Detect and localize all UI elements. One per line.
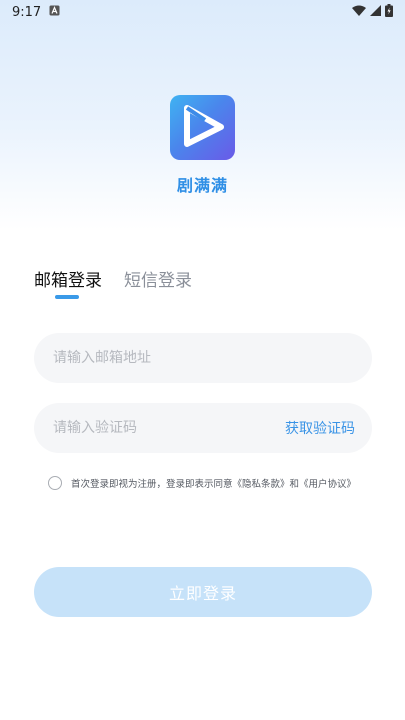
user-agreement-link[interactable]: 《用户协议》 [299,479,356,490]
status-bar: 9:17 [0,0,405,24]
verification-code-input[interactable] [51,419,285,437]
agreement-row: 首次登录即视为注册，登录即表示同意《隐私条款》和《用户协议》 [48,476,356,490]
notification-a-icon [49,5,60,20]
privacy-policy-link[interactable]: 《隐私条款》 [233,479,290,490]
email-input[interactable] [51,349,355,367]
agreement-prefix: 首次登录即视为注册，登录即表示同意 [71,479,233,490]
status-time: 9:17 [12,4,42,20]
battery-charging-icon [385,3,393,21]
status-right [352,3,393,21]
agreement-conjunction: 和 [289,479,300,490]
app-logo [170,95,235,160]
app-name: 剧满满 [176,176,228,195]
status-left: 9:17 [12,5,60,20]
play-logo-icon [177,100,229,156]
wifi-icon [352,5,366,20]
code-field-container: 获取验证码 [34,403,372,453]
agreement-text: 首次登录即视为注册，登录即表示同意《隐私条款》和《用户协议》 [71,476,356,490]
email-field-container [34,333,372,383]
tab-email-login[interactable]: 邮箱登录 [34,266,102,291]
active-tab-indicator [55,295,79,299]
login-button[interactable]: 立即登录 [34,567,372,617]
cell-signal-icon [370,4,381,20]
login-tabs: 邮箱登录 短信登录 [34,266,192,291]
tab-sms-login[interactable]: 短信登录 [124,266,192,291]
agreement-checkbox[interactable] [48,476,62,490]
get-code-button[interactable]: 获取验证码 [285,418,355,438]
